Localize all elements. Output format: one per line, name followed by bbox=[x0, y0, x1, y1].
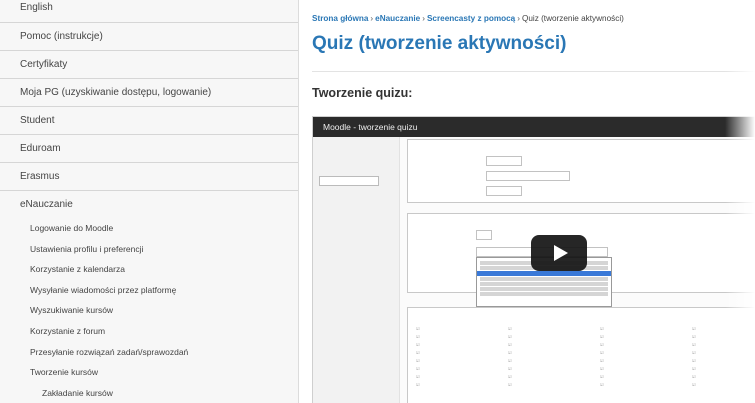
sidebar-item-student[interactable]: Student bbox=[0, 107, 298, 135]
sidebar-item-enauczanie[interactable]: eNauczanie bbox=[0, 191, 298, 218]
frame-input bbox=[486, 186, 522, 196]
frame-checkbox bbox=[508, 381, 598, 389]
breadcrumb-screencasty-link[interactable]: Screencasty z pomocą bbox=[427, 14, 515, 23]
sidebar-item-eduroam[interactable]: Eduroam bbox=[0, 135, 298, 163]
frame-checkbox bbox=[508, 357, 598, 365]
breadcrumb-enauczanie-link[interactable]: eNauczanie bbox=[375, 14, 420, 23]
frame-dropdown-option bbox=[480, 277, 608, 281]
main-content: Strona główna › eNauczanie › Screencasty z p… bbox=[298, 0, 755, 403]
sidebar-subitem-wyszukiwanie[interactable]: Wyszukiwanie kursów bbox=[0, 300, 298, 321]
frame-checkbox bbox=[600, 341, 690, 349]
frame-checkbox bbox=[600, 333, 690, 341]
frame-select bbox=[319, 176, 379, 186]
frame-checkbox bbox=[600, 349, 690, 357]
frame-checkbox bbox=[416, 349, 506, 357]
frame-input bbox=[486, 156, 522, 166]
frame-checkbox bbox=[416, 373, 506, 381]
title-divider bbox=[312, 71, 755, 72]
sidebar-item-erasmus[interactable]: Erasmus bbox=[0, 163, 298, 191]
right-edge-fade bbox=[725, 0, 755, 403]
frame-checkbox bbox=[508, 341, 598, 349]
breadcrumb: Strona główna › eNauczanie › Screencasty z p… bbox=[312, 14, 624, 23]
frame-checkbox bbox=[416, 357, 506, 365]
play-icon[interactable] bbox=[531, 235, 587, 271]
frame-checkbox bbox=[416, 325, 506, 333]
frame-dropdown-option bbox=[480, 287, 608, 291]
frame-checkbox bbox=[508, 333, 598, 341]
sidebar-item-english[interactable]: English bbox=[0, 0, 298, 23]
sidebar-item-pomoc[interactable]: Pomoc (instrukcje) bbox=[0, 23, 298, 51]
sidebar-subitem-wiadomosci[interactable]: Wysyłanie wiadomości przez platformę bbox=[0, 280, 298, 301]
sidebar-subitem-przesylanie[interactable]: Przesyłanie rozwiązań zadań/sprawozdań bbox=[0, 342, 298, 363]
frame-checkbox bbox=[416, 381, 506, 389]
sidebar-navigation: English Pomoc (instrukcje) Certyfikaty M… bbox=[0, 0, 299, 403]
frame-checkbox bbox=[508, 349, 598, 357]
frame-checkbox bbox=[600, 357, 690, 365]
breadcrumb-separator: › bbox=[370, 14, 374, 23]
frame-fieldset-review-options bbox=[407, 307, 755, 403]
frame-checkbox bbox=[416, 341, 506, 349]
frame-column-header bbox=[416, 316, 506, 325]
frame-sidebar bbox=[313, 137, 400, 403]
frame-sidebar-link bbox=[313, 148, 399, 157]
frame-options-column bbox=[416, 316, 506, 389]
video-frame bbox=[313, 137, 755, 403]
frame-input bbox=[486, 171, 570, 181]
sidebar-item-moja-pg[interactable]: Moja PG (uzyskiwanie dostępu, logowanie) bbox=[0, 79, 298, 107]
sidebar-item-certyfikaty[interactable]: Certyfikaty bbox=[0, 51, 298, 79]
page-title: Quiz (tworzenie aktywności) bbox=[312, 33, 567, 54]
breadcrumb-separator: › bbox=[517, 14, 520, 23]
frame-checkbox bbox=[416, 333, 506, 341]
sidebar-subitem-ustawienia[interactable]: Ustawienia profilu i preferencji bbox=[0, 239, 298, 260]
breadcrumb-home-link[interactable]: Strona główna bbox=[312, 14, 368, 23]
frame-checkbox bbox=[508, 373, 598, 381]
video-title-bar: Moodle - tworzenie quizu bbox=[313, 117, 755, 137]
video-title[interactable]: Moodle - tworzenie quizu bbox=[323, 122, 418, 132]
frame-input bbox=[476, 230, 492, 240]
frame-checkbox bbox=[416, 365, 506, 373]
frame-checkbox bbox=[508, 325, 598, 333]
frame-column-header bbox=[508, 316, 598, 325]
sidebar-subitem-forum[interactable]: Korzystanie z forum bbox=[0, 321, 298, 342]
frame-fieldset-appearance bbox=[407, 139, 755, 203]
frame-checkbox bbox=[508, 365, 598, 373]
frame-checkbox bbox=[600, 373, 690, 381]
breadcrumb-separator: › bbox=[422, 14, 425, 23]
sidebar-subitem-kalendarz[interactable]: Korzystanie z kalendarza bbox=[0, 259, 298, 280]
frame-options-column bbox=[600, 316, 690, 389]
frame-sidebar-link bbox=[313, 157, 399, 166]
frame-column-header bbox=[600, 316, 690, 325]
video-player[interactable]: Moodle - tworzenie quizu bbox=[312, 116, 755, 403]
frame-checkbox bbox=[600, 381, 690, 389]
frame-options-column bbox=[508, 316, 598, 389]
frame-checkbox bbox=[600, 325, 690, 333]
sidebar-subitem-logowanie[interactable]: Logowanie do Moodle bbox=[0, 218, 298, 239]
frame-dropdown-option-selected bbox=[477, 271, 611, 276]
section-title: Tworzenie quizu: bbox=[312, 86, 413, 100]
sidebar-subitem-tworzenie-kursow[interactable]: Tworzenie kursów bbox=[0, 362, 298, 383]
sidebar-subitem-zakladanie-kursow[interactable]: Zakładanie kursów bbox=[0, 383, 298, 403]
frame-checkbox bbox=[600, 365, 690, 373]
frame-dropdown-option bbox=[480, 282, 608, 286]
breadcrumb-current: Quiz (tworzenie aktywności) bbox=[521, 14, 624, 23]
frame-sidebar-link bbox=[313, 139, 399, 148]
frame-dropdown-option bbox=[480, 292, 608, 296]
